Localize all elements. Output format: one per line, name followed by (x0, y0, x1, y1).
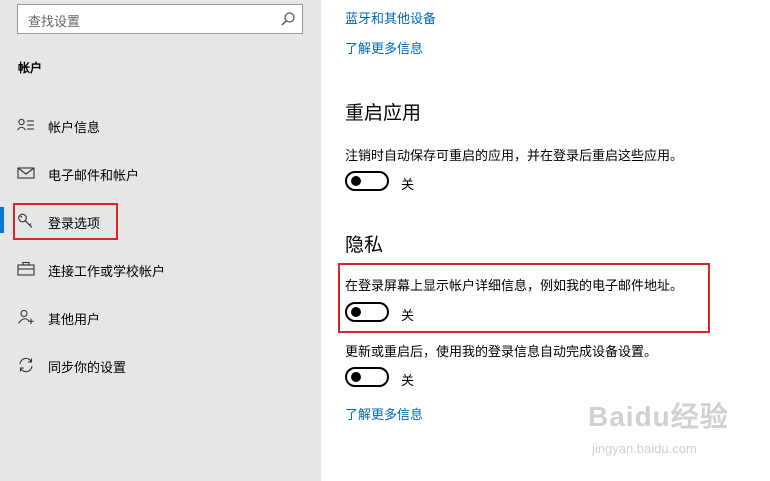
learn-more-link[interactable]: 了解更多信息 (345, 38, 423, 57)
sidebar-item-label: 同步你的设置 (48, 361, 127, 376)
toggle-knob (351, 372, 361, 382)
search-box[interactable]: 查找设置 (17, 4, 303, 34)
add-person-icon (17, 309, 35, 325)
sidebar-item-sync[interactable]: 同步你的设置 (0, 342, 321, 386)
auto-finish-setup-toggle[interactable] (345, 367, 389, 387)
sync-icon (17, 357, 35, 373)
section-title: 帐户 (18, 61, 43, 75)
watermark-url: jingyan.baidu.com (592, 441, 697, 456)
restart-apps-description: 注销时自动保存可重启的应用，并在登录后重启这些应用。 (345, 149, 684, 164)
selected-indicator (0, 207, 4, 233)
account-info-icon (17, 117, 35, 133)
sidebar-item-label: 其他用户 (48, 313, 101, 328)
watermark: Baidu经验 jingyan.baidu.com (588, 395, 738, 465)
sidebar-item-work-school[interactable]: 连接工作或学校帐户 (0, 246, 321, 290)
search-input[interactable]: 查找设置 (28, 11, 80, 30)
toggle-state-label: 关 (401, 374, 415, 389)
sidebar-item-label: 帐户信息 (48, 121, 101, 136)
privacy-heading: 隐私 (345, 234, 384, 256)
restart-apps-heading: 重启应用 (345, 102, 422, 124)
briefcase-icon (17, 261, 35, 277)
sidebar-item-label: 连接工作或学校帐户 (48, 265, 166, 280)
highlight-box (13, 203, 118, 240)
sidebar-item-email-accounts[interactable]: 电子邮件和帐户 (0, 150, 321, 194)
bluetooth-devices-link[interactable]: 蓝牙和其他设备 (345, 8, 436, 27)
sidebar-item-account-info[interactable]: 帐户信息 (0, 102, 321, 146)
sidebar: 查找设置 帐户 帐户信息 电子邮件和帐户 登录选项 连接工作或学校帐户 其他用户… (0, 0, 321, 481)
mail-icon (17, 165, 35, 181)
search-icon[interactable] (280, 11, 296, 27)
restart-apps-toggle[interactable] (345, 171, 389, 191)
learn-more-link[interactable]: 了解更多信息 (345, 404, 423, 423)
toggle-state-label: 关 (401, 178, 415, 193)
auto-finish-setup-description: 更新或重启后，使用我的登录信息自动完成设备设置。 (345, 345, 658, 360)
watermark-logo: Baidu经验 (588, 401, 729, 432)
sidebar-item-other-users[interactable]: 其他用户 (0, 294, 321, 338)
sidebar-item-label: 电子邮件和帐户 (48, 169, 140, 184)
highlight-box (338, 263, 710, 333)
toggle-knob (351, 176, 361, 186)
